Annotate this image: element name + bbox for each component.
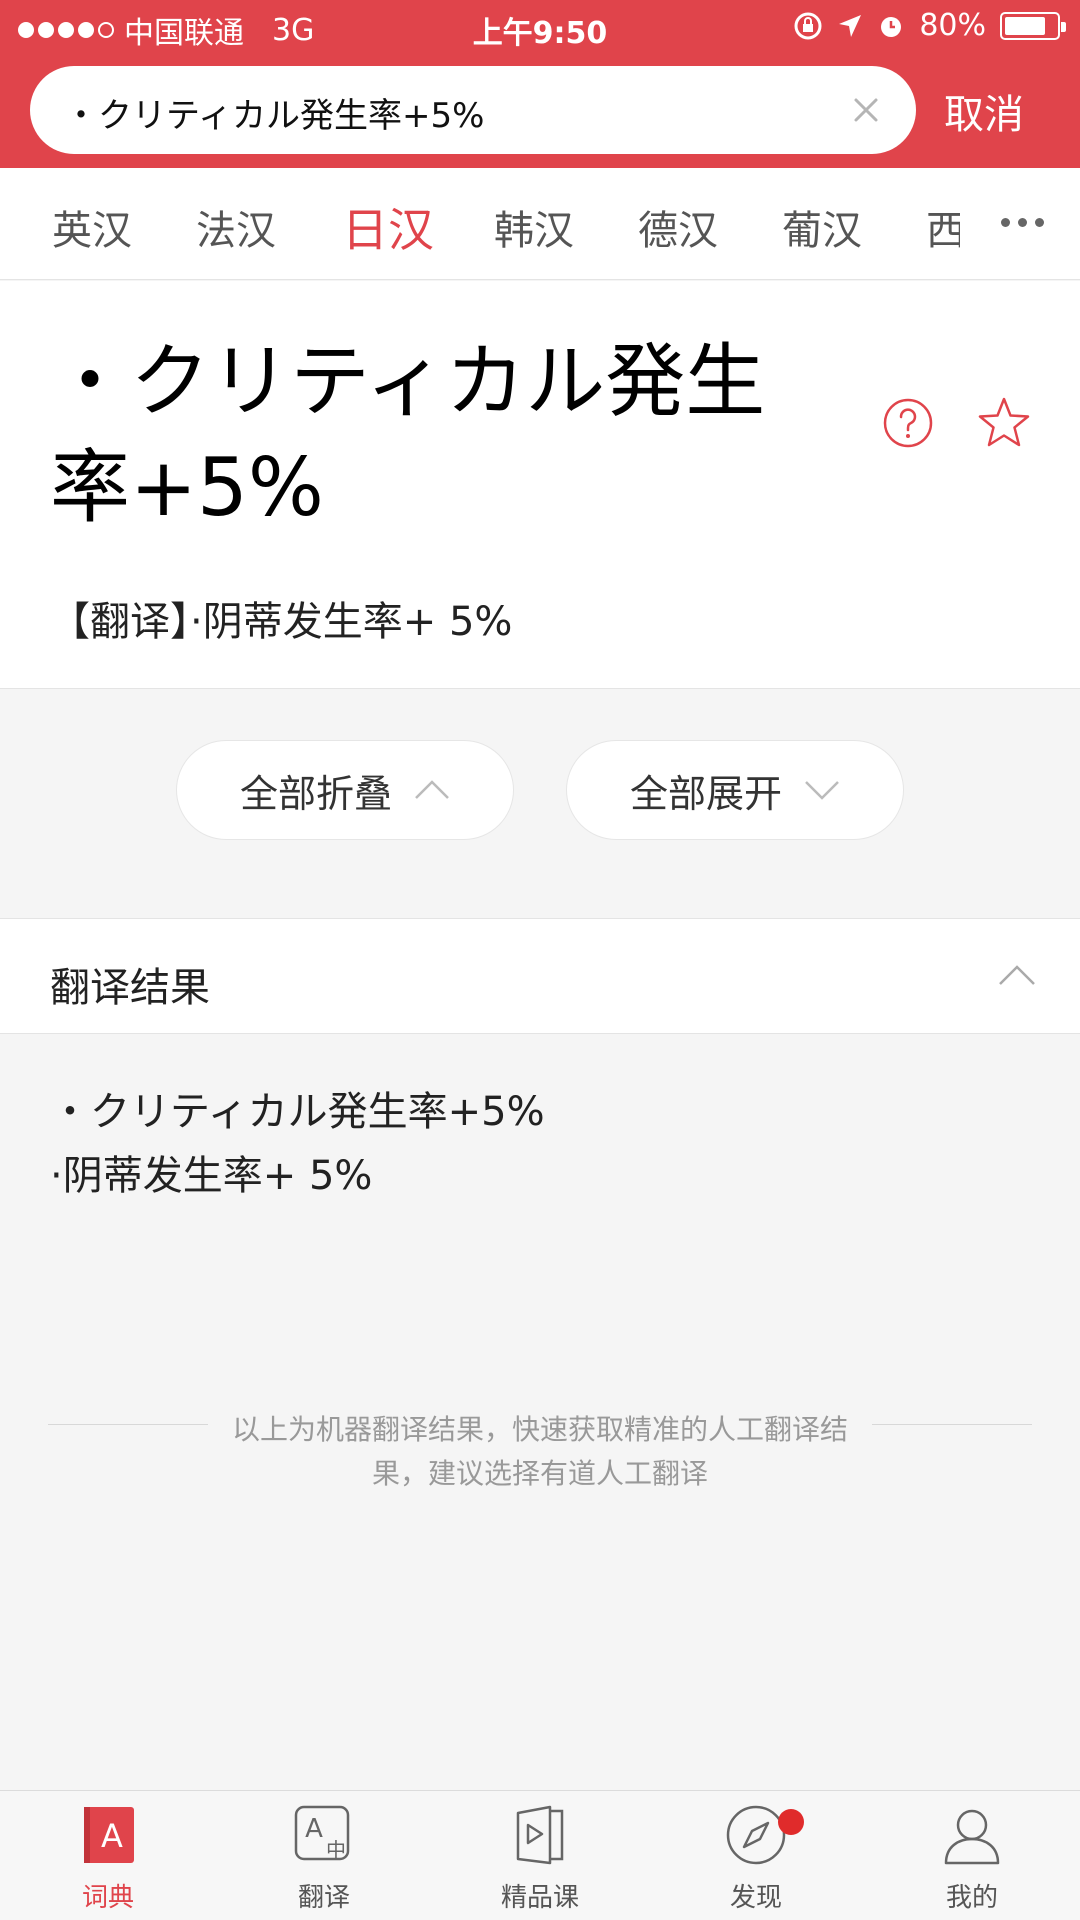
- tab-en-zh[interactable]: 英汉: [52, 198, 132, 256]
- result-content: ・クリティカル発生率+5% ·阴蒂发生率+ 5%: [50, 1080, 545, 1208]
- tab-ja-zh[interactable]: 日汉: [342, 194, 434, 260]
- rotation-lock-icon: [794, 12, 822, 39]
- chevron-up-icon: [415, 780, 449, 799]
- nav-profile[interactable]: 我的: [872, 1803, 1072, 1913]
- search-input[interactable]: ・クリティカル発生率+5%: [30, 66, 916, 154]
- nav-label-dictionary: 词典: [81, 1883, 134, 1913]
- language-tabs: 英汉 法汉 日汉 韩汉 德汉 葡汉 西: [0, 168, 1080, 280]
- clear-icon[interactable]: [844, 88, 888, 132]
- chevron-up-icon[interactable]: [998, 963, 1036, 987]
- tab-fr-zh[interactable]: 法汉: [196, 198, 276, 256]
- nav-dictionary[interactable]: A 词典: [8, 1803, 208, 1913]
- cancel-button[interactable]: 取消: [944, 82, 1024, 140]
- result-source-line: ・クリティカル発生率+5%: [50, 1089, 545, 1135]
- translate-icon: A 中: [294, 1805, 350, 1862]
- battery-percent: 80%: [919, 8, 986, 43]
- collapse-all-button[interactable]: 全部折叠: [176, 740, 514, 840]
- word-card: ・クリティカル発生率+5% 【翻译】·阴蒂发生率+ 5%: [0, 281, 1080, 689]
- course-icon: [516, 1805, 564, 1865]
- location-arrow-icon: [839, 14, 862, 37]
- word-title: ・クリティカル発生率+5%: [50, 335, 766, 534]
- result-translation-line: ·阴蒂发生率+ 5%: [50, 1153, 373, 1199]
- compass-icon: [726, 1805, 786, 1865]
- search-query[interactable]: ・クリティカル発生率+5%: [64, 88, 484, 137]
- tab-pt-zh[interactable]: 葡汉: [782, 198, 862, 256]
- expand-all-button[interactable]: 全部展开: [566, 740, 904, 840]
- divider: [48, 1424, 208, 1425]
- notification-badge: [778, 1809, 804, 1835]
- nav-label-discover: 发现: [729, 1883, 782, 1913]
- more-languages-button[interactable]: [1001, 218, 1044, 227]
- bottom-navigation: A 词典 A 中 翻译 精品课 发现 我的: [0, 1790, 1080, 1920]
- note-text: 以上为机器翻译结果，快速获取精准的人工翻译结果，建议选择有道人工翻译: [231, 1413, 848, 1490]
- machine-translation-note: 以上为机器翻译结果，快速获取精准的人工翻译结果，建议选择有道人工翻译: [48, 1408, 1032, 1496]
- top-header: 中国联通 3G 上午9:50 80% ・クリティカル発生率+5% 取消: [0, 0, 1080, 168]
- result-title: 翻译结果: [50, 965, 210, 1011]
- tab-de-zh[interactable]: 德汉: [638, 198, 718, 256]
- nav-courses[interactable]: 精品课: [440, 1803, 640, 1913]
- star-icon[interactable]: [976, 395, 1032, 451]
- more-dots-icon: [1001, 218, 1010, 227]
- battery-level-fill: [1005, 16, 1045, 35]
- collapse-all-label: 全部折叠: [239, 771, 392, 816]
- word-translation: 【翻译】·阴蒂发生率+ 5%: [50, 599, 513, 645]
- nav-translate[interactable]: A 中 翻译: [224, 1803, 424, 1913]
- expand-all-label: 全部展开: [629, 771, 782, 816]
- chevron-down-icon: [805, 781, 839, 800]
- result-section-header[interactable]: 翻译结果: [0, 918, 1080, 1034]
- help-icon[interactable]: [882, 397, 934, 449]
- nav-label-profile: 我的: [945, 1883, 998, 1913]
- svg-text:A: A: [101, 1817, 123, 1855]
- tab-es-zh[interactable]: 西: [926, 198, 960, 256]
- nav-label-courses: 精品课: [500, 1883, 579, 1913]
- dictionary-icon: A: [84, 1807, 134, 1863]
- svg-text:A: A: [305, 1814, 323, 1844]
- nav-discover[interactable]: 发现: [656, 1803, 856, 1913]
- alarm-icon: [881, 16, 902, 37]
- profile-icon: [944, 1809, 1000, 1865]
- svg-text:中: 中: [326, 1838, 346, 1862]
- battery-icon: [1000, 11, 1066, 40]
- divider: [872, 1424, 1032, 1425]
- nav-label-translate: 翻译: [297, 1883, 350, 1913]
- tab-ko-zh[interactable]: 韩汉: [494, 198, 574, 256]
- status-bar: 中国联通 3G 上午9:50 80%: [0, 0, 1080, 56]
